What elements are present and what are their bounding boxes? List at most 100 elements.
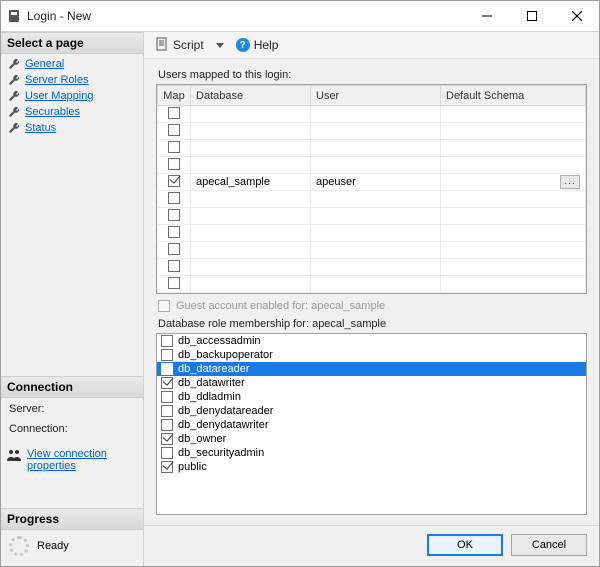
cell-schema[interactable] [441,208,586,225]
ok-button[interactable]: OK [427,534,503,556]
mapping-row[interactable] [158,157,586,174]
mapping-row[interactable] [158,123,586,140]
nav-label: General [25,58,64,70]
cell-user[interactable] [311,242,441,259]
role-checkbox[interactable] [161,349,173,361]
cell-schema[interactable] [441,242,586,259]
titlebar: Login - New [1,1,599,31]
role-checkbox[interactable] [161,433,173,445]
cell-user[interactable] [311,208,441,225]
role-item[interactable]: db_denydatareader [157,404,586,418]
cell-database[interactable] [191,276,311,293]
cell-user[interactable]: apeuser [311,174,441,191]
cell-user[interactable] [311,191,441,208]
role-checkbox[interactable] [161,405,173,417]
minimize-button[interactable] [464,2,509,30]
map-checkbox[interactable] [168,141,180,153]
col-database[interactable]: Database [191,86,311,106]
mapping-row[interactable] [158,140,586,157]
role-item[interactable]: db_backupoperator [157,348,586,362]
mapping-row[interactable] [158,106,586,123]
close-button[interactable] [554,2,599,30]
cell-user[interactable] [311,259,441,276]
cell-schema[interactable] [441,123,586,140]
help-button[interactable]: ? Help [232,36,283,54]
cell-database[interactable] [191,225,311,242]
roles-list[interactable]: db_accessadmindb_backupoperatordb_datare… [156,333,587,515]
role-checkbox[interactable] [161,447,173,459]
nav-securables[interactable]: Securables [1,104,143,120]
mapping-row[interactable] [158,259,586,276]
mapping-row[interactable] [158,191,586,208]
role-item[interactable]: db_datawriter [157,376,586,390]
cell-user[interactable] [311,225,441,242]
map-checkbox[interactable] [168,107,180,119]
cell-database[interactable] [191,140,311,157]
cell-database[interactable] [191,157,311,174]
mapping-row[interactable] [158,208,586,225]
nav-general[interactable]: General [1,56,143,72]
role-checkbox[interactable] [161,335,173,347]
map-checkbox[interactable] [168,260,180,272]
role-item[interactable]: db_owner [157,432,586,446]
role-checkbox[interactable] [161,391,173,403]
nav-label: Server Roles [25,74,89,86]
mapping-row[interactable]: apecal_sampleapeuser... [158,174,586,191]
map-checkbox[interactable] [168,192,180,204]
map-checkbox[interactable] [168,226,180,238]
cell-user[interactable] [311,276,441,293]
cell-database[interactable] [191,208,311,225]
map-checkbox[interactable] [168,243,180,255]
schema-browse-button[interactable]: ... [560,175,580,189]
map-checkbox[interactable] [168,277,180,289]
script-button[interactable]: Script [151,35,228,56]
cell-schema[interactable] [441,259,586,276]
cell-schema[interactable] [441,106,586,123]
map-checkbox[interactable] [168,175,180,187]
cell-user[interactable] [311,157,441,174]
role-item[interactable]: db_securityadmin [157,446,586,460]
role-label: db_datareader [178,363,250,375]
role-checkbox[interactable] [161,363,173,375]
cell-database[interactable] [191,106,311,123]
role-item[interactable]: db_accessadmin [157,334,586,348]
cell-schema[interactable] [441,225,586,242]
cell-database[interactable]: apecal_sample [191,174,311,191]
cell-schema[interactable] [441,140,586,157]
role-item[interactable]: public [157,460,586,474]
maximize-button[interactable] [509,2,554,30]
nav-user-mapping[interactable]: User Mapping [1,88,143,104]
role-checkbox[interactable] [161,461,173,473]
cell-schema[interactable] [441,276,586,293]
mapping-row[interactable] [158,276,586,293]
role-item[interactable]: db_datareader [157,362,586,376]
mapping-row[interactable] [158,225,586,242]
mapping-row[interactable] [158,242,586,259]
cell-database[interactable] [191,242,311,259]
cell-user[interactable] [311,140,441,157]
col-schema[interactable]: Default Schema [441,86,586,106]
cell-database[interactable] [191,259,311,276]
role-checkbox[interactable] [161,377,173,389]
cell-schema[interactable] [441,157,586,174]
map-checkbox[interactable] [168,124,180,136]
cancel-button[interactable]: Cancel [511,534,587,556]
mapping-grid[interactable]: Map Database User Default Schema apecal_… [156,84,587,294]
cell-schema[interactable] [441,191,586,208]
col-map[interactable]: Map [158,86,191,106]
help-label: Help [254,38,279,52]
cell-schema[interactable]: ... [441,174,586,191]
role-item[interactable]: db_ddladmin [157,390,586,404]
cell-database[interactable] [191,191,311,208]
role-checkbox[interactable] [161,419,173,431]
nav-status[interactable]: Status [1,120,143,136]
nav-server-roles[interactable]: Server Roles [1,72,143,88]
map-checkbox[interactable] [168,158,180,170]
role-item[interactable]: db_denydatawriter [157,418,586,432]
map-checkbox[interactable] [168,209,180,221]
cell-database[interactable] [191,123,311,140]
col-user[interactable]: User [311,86,441,106]
cell-user[interactable] [311,123,441,140]
cell-user[interactable] [311,106,441,123]
view-connection-properties[interactable]: View connection properties [1,448,143,478]
